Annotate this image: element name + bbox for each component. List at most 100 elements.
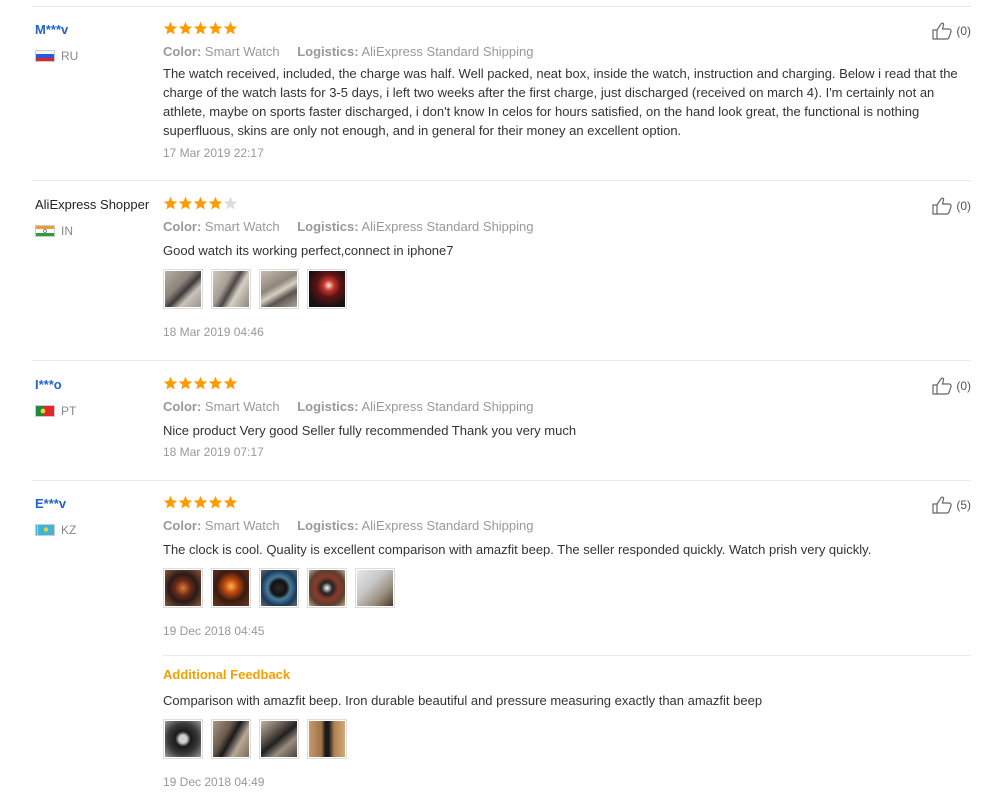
flag-ru-icon: [35, 50, 55, 62]
logistics-value: AliExpress Standard Shipping: [361, 518, 534, 533]
top-divider: [32, 6, 971, 7]
thumbs-up-icon: [932, 377, 953, 395]
review-text: The clock is cool. Quality is excellent …: [163, 542, 872, 557]
review-photo-thumbnail[interactable]: [259, 269, 299, 309]
review-photo-thumbnail[interactable]: [211, 269, 251, 309]
logistics-value: AliExpress Standard Shipping: [361, 44, 534, 59]
logistics-value: AliExpress Standard Shipping: [361, 399, 534, 414]
logistics-label: Logistics:: [297, 219, 359, 234]
star-filled-icon: [193, 21, 208, 35]
star-filled-icon: [178, 376, 193, 390]
reviewer-name: AliExpress Shopper: [35, 197, 150, 212]
additional-feedback-photos: [163, 719, 971, 759]
reviewer-country: PT: [35, 404, 76, 418]
star-filled-icon: [223, 21, 238, 35]
helpful-button[interactable]: (0): [932, 197, 971, 215]
star-filled-icon: [223, 495, 238, 509]
logistics-label: Logistics:: [297, 44, 359, 59]
review-meta: Color: Smart Watch Logistics: AliExpress…: [163, 399, 971, 415]
country-code: RU: [61, 49, 79, 63]
review-meta: Color: Smart Watch Logistics: AliExpress…: [163, 518, 971, 534]
star-filled-icon: [223, 376, 238, 390]
review-photo-thumbnail[interactable]: [211, 719, 251, 759]
flag-kz-icon: [35, 524, 55, 536]
reviewer-country: KZ: [35, 523, 76, 537]
star-filled-icon: [178, 21, 193, 35]
star-filled-icon: [208, 376, 223, 390]
color-label: Color:: [163, 518, 202, 533]
review-photo-thumbnail[interactable]: [259, 719, 299, 759]
star-filled-icon: [178, 196, 193, 210]
helpful-count: (0): [956, 199, 971, 213]
reviewer-country: IN: [35, 224, 73, 238]
review-photo-thumbnail[interactable]: [163, 719, 203, 759]
helpful-count: (0): [956, 379, 971, 393]
star-rating: [163, 21, 971, 37]
review-photo-thumbnail[interactable]: [307, 719, 347, 759]
review-photos: [163, 269, 971, 309]
review-photo-thumbnail[interactable]: [355, 568, 395, 608]
review-photo-thumbnail[interactable]: [211, 568, 251, 608]
color-value: Smart Watch: [204, 44, 280, 59]
additional-feedback: Additional Feedback Comparison with amaz…: [163, 667, 971, 789]
helpful-button[interactable]: (0): [932, 22, 971, 40]
star-rating: [163, 376, 971, 392]
star-filled-icon: [163, 376, 178, 390]
color-value: Smart Watch: [204, 518, 280, 533]
logistics-value: AliExpress Standard Shipping: [361, 219, 534, 234]
review-photo-thumbnail[interactable]: [163, 568, 203, 608]
review-divider: [32, 480, 971, 481]
star-filled-icon: [163, 21, 178, 35]
review-photo-thumbnail[interactable]: [307, 269, 347, 309]
star-filled-icon: [163, 196, 178, 210]
color-value: Smart Watch: [204, 399, 280, 414]
review-photo-thumbnail[interactable]: [259, 568, 299, 608]
helpful-button[interactable]: (0): [932, 377, 971, 395]
thumbs-up-icon: [932, 197, 953, 215]
color-value: Smart Watch: [204, 219, 280, 234]
review-date: 19 Dec 2018 04:45: [163, 624, 265, 638]
flag-in-icon: [35, 225, 55, 237]
additional-feedback-title: Additional Feedback: [163, 667, 291, 682]
logistics-label: Logistics:: [297, 518, 359, 533]
reviewer-name[interactable]: I***o: [35, 377, 62, 393]
country-code: IN: [61, 224, 73, 238]
review-date: 18 Mar 2019 04:46: [163, 325, 264, 339]
star-filled-icon: [193, 495, 208, 509]
flag-pt-icon: [35, 405, 55, 417]
star-filled-icon: [193, 376, 208, 390]
star-filled-icon: [208, 495, 223, 509]
star-filled-icon: [208, 21, 223, 35]
review-meta: Color: Smart Watch Logistics: AliExpress…: [163, 44, 971, 60]
review-text: Good watch its working perfect,connect i…: [163, 243, 454, 258]
star-filled-icon: [208, 196, 223, 210]
star-filled-icon: [178, 495, 193, 509]
star-rating: [163, 495, 971, 511]
color-label: Color:: [163, 44, 202, 59]
review-photos: [163, 568, 971, 608]
country-code: PT: [61, 404, 77, 418]
country-code: KZ: [61, 523, 77, 537]
review-text: The watch received, included, the charge…: [163, 66, 958, 138]
additional-feedback-date: 19 Dec 2018 04:49: [163, 775, 265, 789]
logistics-label: Logistics:: [297, 399, 359, 414]
thumbs-up-icon: [932, 496, 953, 514]
review-divider: [32, 360, 971, 361]
color-label: Color:: [163, 399, 202, 414]
reviewer-name[interactable]: E***v: [35, 496, 66, 512]
review-text: Nice product Very good Seller fully reco…: [163, 423, 577, 438]
review-date: 18 Mar 2019 07:17: [163, 445, 264, 459]
review-photo-thumbnail[interactable]: [307, 568, 347, 608]
additional-feedback-divider: [163, 655, 971, 656]
helpful-button[interactable]: (5): [932, 496, 971, 514]
review-date: 17 Mar 2019 22:17: [163, 146, 264, 160]
review-photo-thumbnail[interactable]: [163, 269, 203, 309]
additional-feedback-text: Comparison with amazfit beep. Iron durab…: [163, 693, 763, 708]
star-rating: [163, 196, 971, 212]
reviewer-name[interactable]: M***v: [35, 22, 68, 38]
star-empty-icon: [223, 196, 238, 210]
helpful-count: (0): [956, 24, 971, 38]
review-meta: Color: Smart Watch Logistics: AliExpress…: [163, 219, 971, 235]
reviewer-country: RU: [35, 49, 78, 63]
color-label: Color:: [163, 219, 202, 234]
